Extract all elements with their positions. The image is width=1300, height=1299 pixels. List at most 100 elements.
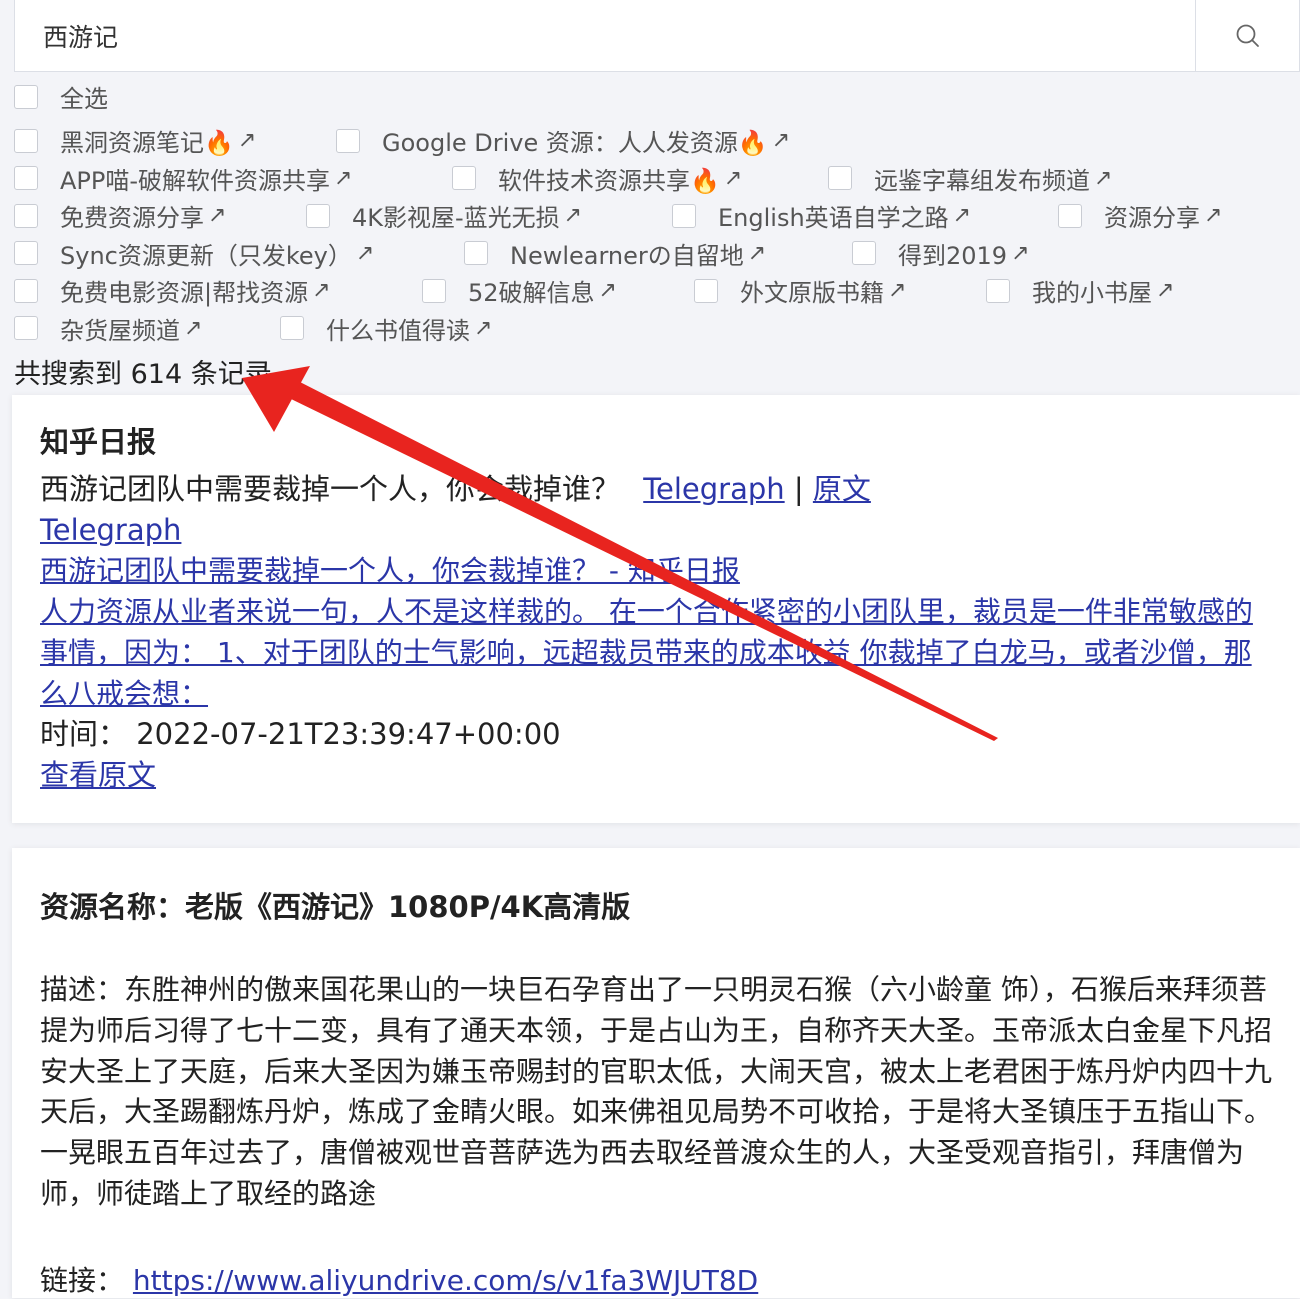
channel-option[interactable]: 软件技术资源共享🔥 ↗ [452, 160, 742, 198]
channel-label: 免费电影资源|帮找资源 [60, 279, 309, 308]
result-source: 知乎日报 [40, 425, 157, 459]
channel-row: APP喵-破解软件资源共享 ↗ 软件技术资源共享🔥 ↗ 远鉴字幕组发布频道 ↗ [14, 160, 1294, 198]
channel-checkbox[interactable] [14, 128, 38, 153]
external-link-icon[interactable]: ↗ [1204, 203, 1222, 228]
channel-row: 免费电影资源|帮找资源 ↗ 52破解信息 ↗ 外文原版书籍 ↗ 我的小书屋 ↗ [14, 272, 1294, 310]
channel-checkbox[interactable] [14, 166, 38, 191]
external-link-icon[interactable]: ↗ [238, 128, 256, 153]
channel-label: 黑洞资源笔记🔥 [60, 129, 234, 158]
resource-link[interactable]: https://www.aliyundrive.com/s/v1fa3WJUT8… [133, 1264, 758, 1297]
external-link-icon[interactable]: ↗ [748, 241, 766, 266]
select-all-checkbox[interactable] [14, 84, 38, 109]
external-link-icon[interactable]: ↗ [1094, 166, 1112, 191]
channel-checkbox[interactable] [14, 241, 38, 266]
external-link-icon[interactable]: ↗ [356, 241, 374, 266]
time-row: 时间： 2022-07-21T23:39:47+00:00 [40, 714, 1272, 755]
channel-label: 52破解信息 [468, 279, 595, 308]
channel-label: 我的小书屋 [1032, 279, 1152, 308]
channel-checkbox[interactable] [452, 166, 476, 191]
channel-label: Newlearnerの自留地 [510, 241, 744, 270]
view-original-link[interactable]: 查看原文 [40, 758, 156, 792]
channel-row: 黑洞资源笔记🔥 ↗ Google Drive 资源：人人发资源🔥 ↗ [14, 122, 1294, 160]
search-input[interactable] [15, 0, 1195, 71]
channel-option[interactable]: 资源分享 ↗ [1058, 197, 1222, 235]
channel-label: 什么书值得读 [326, 316, 470, 345]
channel-checkbox[interactable] [694, 278, 718, 303]
external-link-icon[interactable]: ↗ [953, 203, 971, 228]
external-link-icon[interactable]: ↗ [888, 278, 906, 303]
channel-option[interactable]: 外文原版书籍 ↗ [694, 272, 906, 310]
channel-checkbox[interactable] [280, 316, 304, 341]
link-separator: | [793, 472, 804, 506]
channel-checkbox[interactable] [672, 203, 696, 228]
channel-label: 外文原版书籍 [740, 279, 884, 308]
channel-checkbox[interactable] [464, 241, 488, 266]
article-description-link[interactable]: 人力资源从业者来说一句，人不是这样裁的。 在一个合作紧密的小团队里，裁员是一件非… [40, 591, 1272, 714]
channel-option[interactable]: English英语自学之路 ↗ [672, 197, 971, 235]
channel-option[interactable]: 免费电影资源|帮找资源 ↗ [14, 272, 331, 310]
original-link[interactable]: 原文 [813, 472, 871, 506]
channel-checkbox[interactable] [828, 166, 852, 191]
channel-checkbox[interactable] [14, 278, 38, 303]
channel-option[interactable]: APP喵-破解软件资源共享 ↗ [14, 160, 352, 198]
external-link-icon[interactable]: ↗ [599, 278, 617, 303]
channel-row: Sync资源更新（只发key） ↗ Newlearnerの自留地 ↗ 得到2019 ↗ [14, 235, 1294, 273]
channel-option[interactable]: 得到2019 ↗ [852, 235, 1030, 273]
external-link-icon[interactable]: ↗ [184, 316, 202, 341]
channel-checkbox[interactable] [306, 203, 330, 228]
channel-checkbox[interactable] [852, 241, 876, 266]
time-label: 时间： [40, 717, 128, 751]
channel-option[interactable]: Newlearnerの自留地 ↗ [464, 235, 766, 273]
channel-checkbox[interactable] [14, 203, 38, 228]
channel-checkbox[interactable] [986, 278, 1010, 303]
external-link-icon[interactable]: ↗ [312, 278, 330, 303]
channel-label: 软件技术资源共享🔥 [498, 166, 720, 195]
channel-label: Sync资源更新（只发key） [60, 241, 352, 270]
channel-option[interactable]: 黑洞资源笔记🔥 ↗ [14, 122, 256, 160]
channel-row: 免费资源分享 ↗ 4K影视屋-蓝光无损 ↗ English英语自学之路 ↗ 资源分享 ↗ [14, 197, 1294, 235]
channel-option[interactable]: Google Drive 资源：人人发资源🔥 ↗ [336, 122, 790, 160]
channel-option[interactable]: 远鉴字幕组发布频道 ↗ [828, 160, 1112, 198]
channel-checkbox[interactable] [1058, 203, 1082, 228]
external-link-icon[interactable]: ↗ [724, 166, 742, 191]
result-card: 知乎日报 西游记团队中需要裁掉一个人，你会裁掉谁？ Telegraph | 原文… [12, 395, 1300, 823]
channel-option[interactable]: 4K影视屋-蓝光无损 ↗ [306, 197, 582, 235]
channel-label: 远鉴字幕组发布频道 [874, 166, 1090, 195]
time-value: 2022-07-21T23:39:47+00:00 [136, 717, 561, 751]
select-all-row: 全选 [14, 78, 1294, 116]
search-button[interactable] [1195, 0, 1299, 71]
channel-label: 得到2019 [898, 241, 1008, 270]
channel-checkbox[interactable] [336, 128, 360, 153]
search-icon [1236, 24, 1259, 47]
channel-option[interactable]: 什么书值得读 ↗ [280, 310, 492, 348]
external-link-icon[interactable]: ↗ [772, 128, 790, 153]
channel-option[interactable]: 免费资源分享 ↗ [14, 197, 226, 235]
select-all-option[interactable]: 全选 [14, 78, 108, 116]
channel-option[interactable]: Sync资源更新（只发key） ↗ [14, 235, 374, 273]
telegraph-heading-link[interactable]: Telegraph [40, 513, 181, 547]
channel-label: Google Drive 资源：人人发资源🔥 [382, 129, 768, 158]
channel-label: 杂货屋频道 [60, 316, 180, 345]
telegraph-heading-line: Telegraph [40, 510, 1272, 551]
channel-filter-list: 全选 黑洞资源笔记🔥 ↗ Google Drive 资源：人人发资源🔥 ↗ APP喵… [14, 78, 1294, 347]
resource-description: 描述：东胜神州的傲来国花果山的一块巨石孕育出了一只明灵石猴（六小龄童 饰），石猴… [40, 973, 1273, 1210]
channel-label: APP喵-破解软件资源共享 [60, 166, 331, 195]
external-link-icon[interactable]: ↗ [564, 203, 582, 228]
external-link-icon[interactable]: ↗ [1156, 278, 1174, 303]
external-link-icon[interactable]: ↗ [474, 316, 492, 341]
telegraph-link[interactable]: Telegraph [643, 472, 784, 506]
channel-checkbox[interactable] [422, 278, 446, 303]
channel-label: 4K影视屋-蓝光无损 [352, 204, 560, 233]
channel-option[interactable]: 杂货屋频道 ↗ [14, 310, 202, 348]
channel-option[interactable]: 我的小书屋 ↗ [986, 272, 1174, 310]
result-count: 共搜索到 614 条记录 [14, 359, 272, 390]
channel-row: 杂货屋频道 ↗ 什么书值得读 ↗ [14, 310, 1294, 348]
channel-checkbox[interactable] [14, 316, 38, 341]
external-link-icon[interactable]: ↗ [208, 203, 226, 228]
article-title-link[interactable]: 西游记团队中需要裁掉一个人，你会裁掉谁？ - 知乎日报 [40, 550, 1272, 591]
external-link-icon[interactable]: ↗ [334, 166, 352, 191]
channel-option[interactable]: 52破解信息 ↗ [422, 272, 617, 310]
external-link-icon[interactable]: ↗ [1011, 241, 1029, 266]
resource-title: 资源名称：老版《西游记》1080P/4K高清版 [40, 890, 631, 924]
resource-link-row: 链接： https://www.aliyundrive.com/s/v1fa3W… [40, 1259, 1272, 1299]
